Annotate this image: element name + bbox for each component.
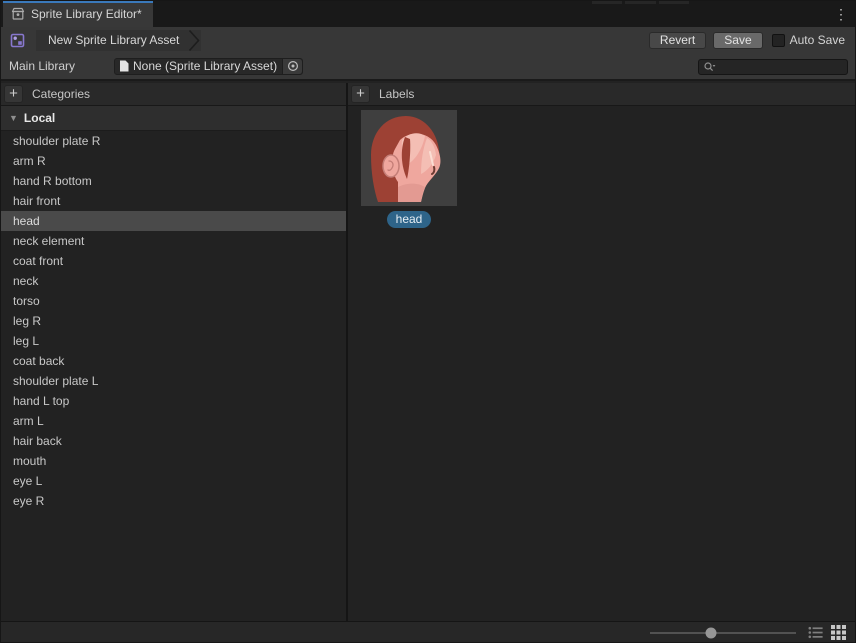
foldout-triangle-icon: ▼ xyxy=(9,113,18,123)
object-field-value: None (Sprite Library Asset) xyxy=(133,59,282,73)
category-row[interactable]: head xyxy=(1,211,346,231)
category-row[interactable]: eye R xyxy=(1,491,346,511)
category-row[interactable]: hand R bottom xyxy=(1,171,346,191)
asset-document-icon xyxy=(119,60,129,72)
category-row[interactable]: shoulder plate R xyxy=(1,131,346,151)
label-badge-row: head xyxy=(361,211,457,228)
local-foldout[interactable]: ▼ Local xyxy=(1,106,346,131)
labels-title: Labels xyxy=(379,87,414,101)
category-row[interactable]: neck element xyxy=(1,231,346,251)
inactive-tab-remnant xyxy=(625,1,656,4)
sprite-library-editor-window: Sprite Library Editor* ⋮ New Sprite Libr… xyxy=(0,0,856,643)
save-button[interactable]: Save xyxy=(713,32,762,49)
object-picker-icon[interactable] xyxy=(282,59,302,74)
main-library-label: Main Library xyxy=(9,59,114,73)
inactive-tab-remnant xyxy=(592,1,622,4)
local-foldout-label: Local xyxy=(24,111,55,125)
category-row[interactable]: neck xyxy=(1,271,346,291)
tab-bar: Sprite Library Editor* ⋮ xyxy=(1,1,855,27)
sprite-thumbnail[interactable] xyxy=(361,110,457,206)
category-row[interactable]: torso xyxy=(1,291,346,311)
category-list: shoulder plate Rarm Rhand R bottomhair f… xyxy=(1,131,346,621)
bottom-bar xyxy=(1,621,855,642)
grid-view-icon[interactable] xyxy=(831,625,846,640)
slider-knob[interactable] xyxy=(706,627,717,638)
category-row[interactable]: leg L xyxy=(1,331,346,351)
main-split-view: + Categories ▼ Local shoulder plate Rarm… xyxy=(1,83,855,621)
labels-panel: + Labels head xyxy=(348,83,855,621)
main-library-object-field[interactable]: None (Sprite Library Asset) xyxy=(114,58,303,75)
sprite-library-window-icon xyxy=(10,6,26,22)
active-tab-accent-line xyxy=(3,1,153,3)
categories-header: + Categories xyxy=(1,83,346,106)
sprite-library-asset-icon xyxy=(9,32,26,49)
category-row[interactable]: hair back xyxy=(1,431,346,451)
main-library-row: Main Library None (Sprite Library Asset) xyxy=(1,53,855,81)
add-label-button[interactable]: + xyxy=(351,85,370,103)
revert-button[interactable]: Revert xyxy=(649,32,706,49)
auto-save-checkbox[interactable] xyxy=(772,34,785,47)
search-field[interactable] xyxy=(698,59,848,75)
category-row[interactable]: coat front xyxy=(1,251,346,271)
list-view-icon[interactable] xyxy=(808,626,823,639)
category-row[interactable]: leg R xyxy=(1,311,346,331)
slider-track xyxy=(650,632,796,634)
category-row[interactable]: shoulder plate L xyxy=(1,371,346,391)
category-row[interactable]: arm R xyxy=(1,151,346,171)
label-badge: head xyxy=(387,211,432,228)
category-row[interactable]: coat back xyxy=(1,351,346,371)
search-input[interactable] xyxy=(718,60,847,74)
category-row[interactable]: hand L top xyxy=(1,391,346,411)
category-row[interactable]: mouth xyxy=(1,451,346,471)
search-icon xyxy=(703,61,716,73)
thumbnail-zoom-slider[interactable] xyxy=(650,622,796,643)
label-cell[interactable]: head xyxy=(361,110,457,228)
head-sprite-image xyxy=(361,110,457,206)
add-category-button[interactable]: + xyxy=(4,85,23,103)
category-row[interactable]: hair front xyxy=(1,191,346,211)
category-row[interactable]: eye L xyxy=(1,471,346,491)
category-row[interactable]: arm L xyxy=(1,411,346,431)
breadcrumb-chevron-icon xyxy=(189,30,201,51)
labels-grid: head xyxy=(348,106,855,621)
kebab-menu-icon[interactable]: ⋮ xyxy=(834,4,848,24)
categories-title: Categories xyxy=(32,87,90,101)
inactive-tab-remnant xyxy=(659,1,689,4)
labels-header: + Labels xyxy=(348,83,855,106)
tab-sprite-library-editor[interactable]: Sprite Library Editor* xyxy=(3,1,153,27)
breadcrumb[interactable]: New Sprite Library Asset xyxy=(36,30,201,51)
auto-save-label: Auto Save xyxy=(790,33,845,47)
editor-toolbar: New Sprite Library Asset Revert Save Aut… xyxy=(1,27,855,53)
tab-title: Sprite Library Editor* xyxy=(31,7,142,21)
categories-panel: + Categories ▼ Local shoulder plate Rarm… xyxy=(1,83,348,621)
breadcrumb-label: New Sprite Library Asset xyxy=(48,33,179,47)
